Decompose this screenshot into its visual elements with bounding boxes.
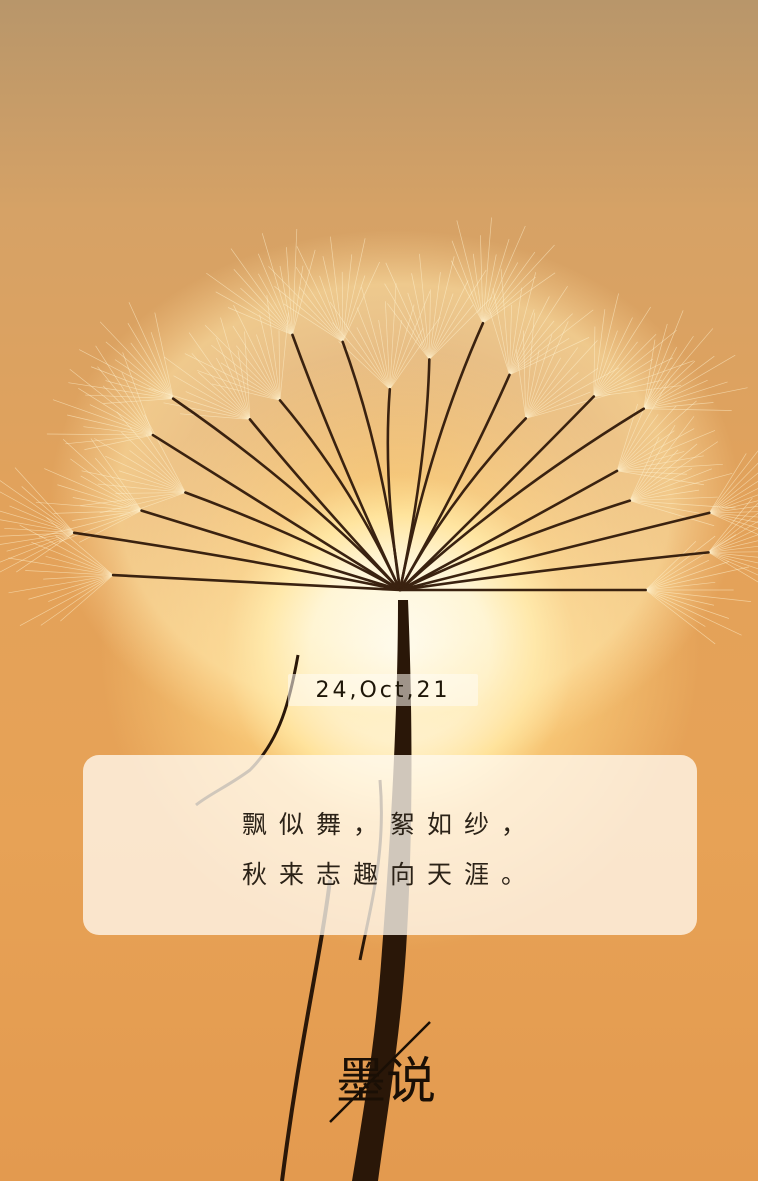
poem-line-2: 秋来志趣向天涯。: [241, 860, 538, 889]
signature-text: 墨说: [336, 1052, 436, 1110]
date-label: 24,Oct,21: [288, 674, 478, 706]
poem-card: 飘似舞，絮如纱， 秋来志趣向天涯。: [83, 755, 697, 935]
poem-line-1: 飘似舞，絮如纱，: [241, 810, 538, 839]
dandelion-silhouette: 墨说: [0, 217, 758, 1181]
